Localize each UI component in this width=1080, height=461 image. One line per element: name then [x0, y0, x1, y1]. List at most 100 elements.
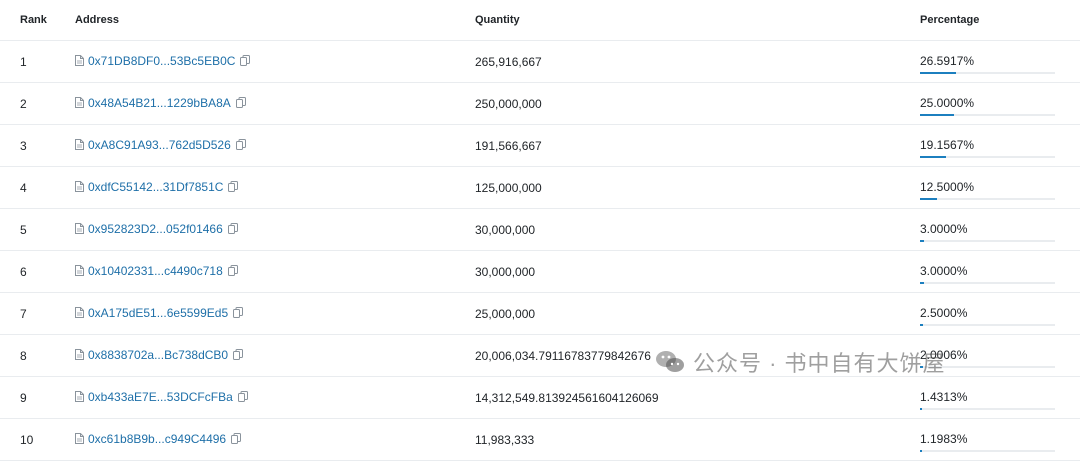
document-icon — [75, 223, 84, 235]
rank-cell: 3 — [0, 124, 75, 167]
copy-icon[interactable] — [235, 97, 246, 109]
percentage-bar-fill — [920, 407, 922, 410]
percentage-header: Percentage — [920, 0, 1080, 41]
document-icon — [75, 349, 84, 361]
rank-cell: 2 — [0, 82, 75, 125]
rank-cell: 7 — [0, 292, 75, 335]
rank-cell: 6 — [0, 250, 75, 293]
percentage-value: 12.5000% — [920, 179, 975, 194]
table-row: 6 0x10402331...c4490c718 30,000,000 3.0000% — [0, 250, 1080, 293]
quantity-cell: 14,312,549.813924561604126069 — [475, 376, 920, 419]
rank-cell: 10 — [0, 418, 75, 461]
rank-header: Rank — [0, 0, 75, 41]
address-cell: 0x8838702a...Bc738dCB0 — [75, 334, 475, 377]
percentage-value: 2.0006% — [920, 347, 968, 362]
address-link[interactable]: 0x952823D2...052f01466 — [88, 222, 223, 236]
table-row: 8 0x8838702a...Bc738dCB0 20,006,034.791167… — [0, 334, 1080, 377]
document-icon — [75, 181, 84, 193]
quantity-cell: 250,000,000 — [475, 82, 920, 125]
percentage-cell: 1.4313% — [920, 376, 1080, 419]
copy-icon[interactable] — [233, 349, 244, 361]
percentage-value: 2.5000% — [920, 305, 968, 320]
address-cell: 0xA175dE51...6e5599Ed5 — [75, 292, 475, 335]
document-icon — [75, 55, 84, 67]
rank-cell: 9 — [0, 376, 75, 419]
table-row: 9 0xb433aE7E...53DCFcFBa 14,312,549.813924… — [0, 376, 1080, 419]
quantity-cell: 11,983,333 — [475, 418, 920, 461]
copy-icon[interactable] — [227, 223, 238, 235]
quantity-cell: 30,000,000 — [475, 250, 920, 293]
copy-icon[interactable] — [237, 391, 248, 403]
percentage-cell: 3.0000% — [920, 250, 1080, 293]
rank-cell: 1 — [0, 40, 75, 83]
percentage-bar — [920, 323, 1055, 326]
percentage-bar — [920, 113, 1055, 116]
copy-icon[interactable] — [233, 307, 244, 319]
percentage-bar-fill — [920, 449, 922, 452]
quantity-cell: 125,000,000 — [475, 166, 920, 209]
header-row: Rank Address Quantity Percentage — [0, 0, 1080, 41]
percentage-bar-fill — [920, 113, 954, 116]
copy-icon[interactable] — [235, 139, 246, 151]
percentage-cell: 2.5000% — [920, 292, 1080, 335]
percentage-value: 25.0000% — [920, 95, 975, 110]
document-icon — [75, 391, 84, 403]
percentage-cell: 1.1983% — [920, 418, 1080, 461]
document-icon — [75, 139, 84, 151]
percentage-cell: 2.0006% — [920, 334, 1080, 377]
table-row: 5 0x952823D2...052f01466 30,000,000 3.0000% — [0, 208, 1080, 251]
address-link[interactable]: 0xA8C91A93...762d5D526 — [88, 138, 231, 152]
percentage-bar-fill — [920, 155, 946, 158]
quantity-cell: 191,566,667 — [475, 124, 920, 167]
holders-table: Rank Address Quantity Percentage 1 0x71DB… — [0, 0, 1080, 461]
copy-icon[interactable] — [228, 181, 239, 193]
percentage-value: 1.1983% — [920, 431, 968, 446]
percentage-bar-fill — [920, 281, 924, 284]
document-icon — [75, 265, 84, 277]
percentage-value: 3.0000% — [920, 263, 968, 278]
address-link[interactable]: 0xA175dE51...6e5599Ed5 — [88, 306, 228, 320]
quantity-cell: 265,916,667 — [475, 40, 920, 83]
address-cell: 0x71DB8DF0...53Bc5EB0C — [75, 40, 475, 83]
percentage-bar — [920, 281, 1055, 284]
document-icon — [75, 307, 84, 319]
address-cell: 0x952823D2...052f01466 — [75, 208, 475, 251]
copy-icon[interactable] — [240, 55, 251, 67]
percentage-bar — [920, 197, 1055, 200]
address-link[interactable]: 0xb433aE7E...53DCFcFBa — [88, 390, 233, 404]
copy-icon[interactable] — [231, 433, 242, 445]
address-cell: 0xc61b8B9b...c949C4496 — [75, 418, 475, 461]
table-row: 2 0x48A54B21...1229bBA8A 250,000,000 25.000… — [0, 82, 1080, 125]
rank-cell: 4 — [0, 166, 75, 209]
copy-icon[interactable] — [227, 265, 238, 277]
table-row: 3 0xA8C91A93...762d5D526 191,566,667 19.156… — [0, 124, 1080, 167]
percentage-cell: 12.5000% — [920, 166, 1080, 209]
percentage-cell: 3.0000% — [920, 208, 1080, 251]
table-row: 1 0x71DB8DF0...53Bc5EB0C 265,916,667 26.591… — [0, 40, 1080, 83]
percentage-bar-fill — [920, 365, 923, 368]
address-link[interactable]: 0x8838702a...Bc738dCB0 — [88, 348, 228, 362]
quantity-cell: 20,006,034.79116783779842676 — [475, 334, 920, 377]
quantity-header: Quantity — [475, 0, 920, 41]
percentage-value: 1.4313% — [920, 389, 968, 404]
percentage-cell: 19.1567% — [920, 124, 1080, 167]
document-icon — [75, 97, 84, 109]
percentage-value: 3.0000% — [920, 221, 968, 236]
percentage-cell: 26.5917% — [920, 40, 1080, 83]
percentage-bar — [920, 71, 1055, 74]
address-header: Address — [75, 0, 475, 41]
percentage-bar — [920, 155, 1055, 158]
address-cell: 0xA8C91A93...762d5D526 — [75, 124, 475, 167]
address-link[interactable]: 0xdfC55142...31Df7851C — [88, 180, 223, 194]
address-link[interactable]: 0xc61b8B9b...c949C4496 — [88, 432, 226, 446]
quantity-cell: 25,000,000 — [475, 292, 920, 335]
address-cell: 0x48A54B21...1229bBA8A — [75, 82, 475, 125]
table-row: 7 0xA175dE51...6e5599Ed5 25,000,000 2.5000% — [0, 292, 1080, 335]
document-icon — [75, 433, 84, 445]
rank-cell: 8 — [0, 334, 75, 377]
address-link[interactable]: 0x10402331...c4490c718 — [88, 264, 223, 278]
address-link[interactable]: 0x48A54B21...1229bBA8A — [88, 96, 231, 110]
percentage-cell: 25.0000% — [920, 82, 1080, 125]
percentage-bar-fill — [920, 323, 923, 326]
address-link[interactable]: 0x71DB8DF0...53Bc5EB0C — [88, 54, 235, 68]
